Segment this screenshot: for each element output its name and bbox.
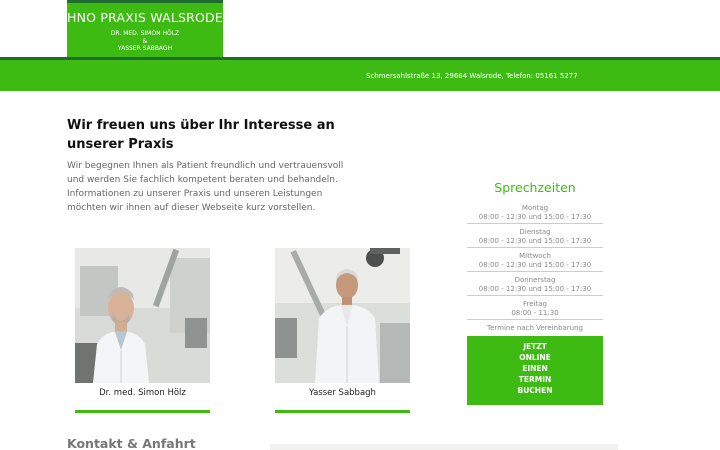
hours-time: 08:00 - 12:30 und 15:00 - 17:30 (478, 260, 592, 269)
address-line: Schmersahlstraße 13, 29664 Walsrode, Tel… (366, 72, 578, 80)
hours-time: 08:00 - 12:30 und 15:00 - 17:30 (478, 212, 592, 221)
header-band: Schmersahlstraße 13, 29664 Walsrode, Tel… (0, 57, 720, 91)
doctor-photo (75, 248, 210, 383)
hours-day: Dienstag (519, 228, 551, 236)
doctor-card-sabbagh: Yasser Sabbagh (275, 248, 410, 413)
office-hours-title: Sprechzeiten (494, 180, 576, 195)
hours-row-thursday: Donnerstag 08:00 - 12:30 und 15:00 - 17:… (467, 276, 603, 296)
doctor-underline (75, 410, 210, 413)
doctor-photo-image (275, 248, 410, 383)
office-hours: Sprechzeiten Montag 08:00 - 12:30 und 15… (467, 180, 603, 339)
hours-day: Mittwoch (519, 252, 551, 260)
hours-row-friday: Freitag 08:00 - 11:30 (467, 300, 603, 319)
hours-time: 08:00 - 12:30 und 15:00 - 17:30 (478, 284, 592, 293)
book-button-line: BUCHEN (517, 386, 553, 395)
logo-doctor-1: DR. MED. SIMON HÖLZ (110, 30, 180, 37)
intro-text: Wir begegnen Ihnen als Patient freundlic… (67, 161, 344, 213)
doctor-name: Dr. med. Simon Hölz (99, 388, 186, 398)
book-button-line: ONLINE (519, 353, 551, 362)
intro-heading: Wir freuen uns über Ihr Interesse an uns… (67, 118, 335, 152)
doctor-card-hoelz: Dr. med. Simon Hölz (75, 248, 210, 413)
hours-row-wednesday: Mittwoch 08:00 - 12:30 und 15:00 - 17:30 (467, 252, 603, 272)
hours-row-tuesday: Dienstag 08:00 - 12:30 und 15:00 - 17:30 (467, 228, 603, 248)
doctor-photo-image (75, 248, 210, 383)
map-embed[interactable] (270, 444, 618, 450)
doctor-photo (275, 248, 410, 383)
doctor-underline (275, 410, 410, 413)
doctor-name: Yasser Sabbagh (309, 388, 376, 398)
logo-title: HNO PRAXIS WALSRODE (67, 10, 223, 25)
logo-ampersand: & (142, 37, 148, 45)
book-button-line: JETZT (523, 342, 547, 351)
book-button-line: EINEN (522, 364, 548, 373)
hours-day: Freitag (523, 300, 547, 308)
book-button-line: TERMIN (518, 375, 552, 384)
book-appointment-button[interactable]: JETZT ONLINE EINEN TERMIN BUCHEN (467, 336, 603, 405)
hours-day: Montag (521, 204, 549, 212)
hours-time: 08:00 - 11:30 (511, 308, 559, 317)
logo-doctor-2: YASSER SABBAGH (117, 45, 173, 52)
site-logo[interactable]: HNO PRAXIS WALSRODE DR. MED. SIMON HÖLZ … (67, 0, 223, 57)
contact-heading: Kontakt & Anfahrt (67, 436, 196, 450)
hours-row-monday: Montag 08:00 - 12:30 und 15:00 - 17:30 (467, 204, 603, 224)
top-strip: HNO PRAXIS WALSRODE DR. MED. SIMON HÖLZ … (0, 0, 720, 57)
hours-time: 08:00 - 12:30 und 15:00 - 17:30 (478, 236, 592, 245)
hours-day: Donnerstag (514, 276, 556, 284)
